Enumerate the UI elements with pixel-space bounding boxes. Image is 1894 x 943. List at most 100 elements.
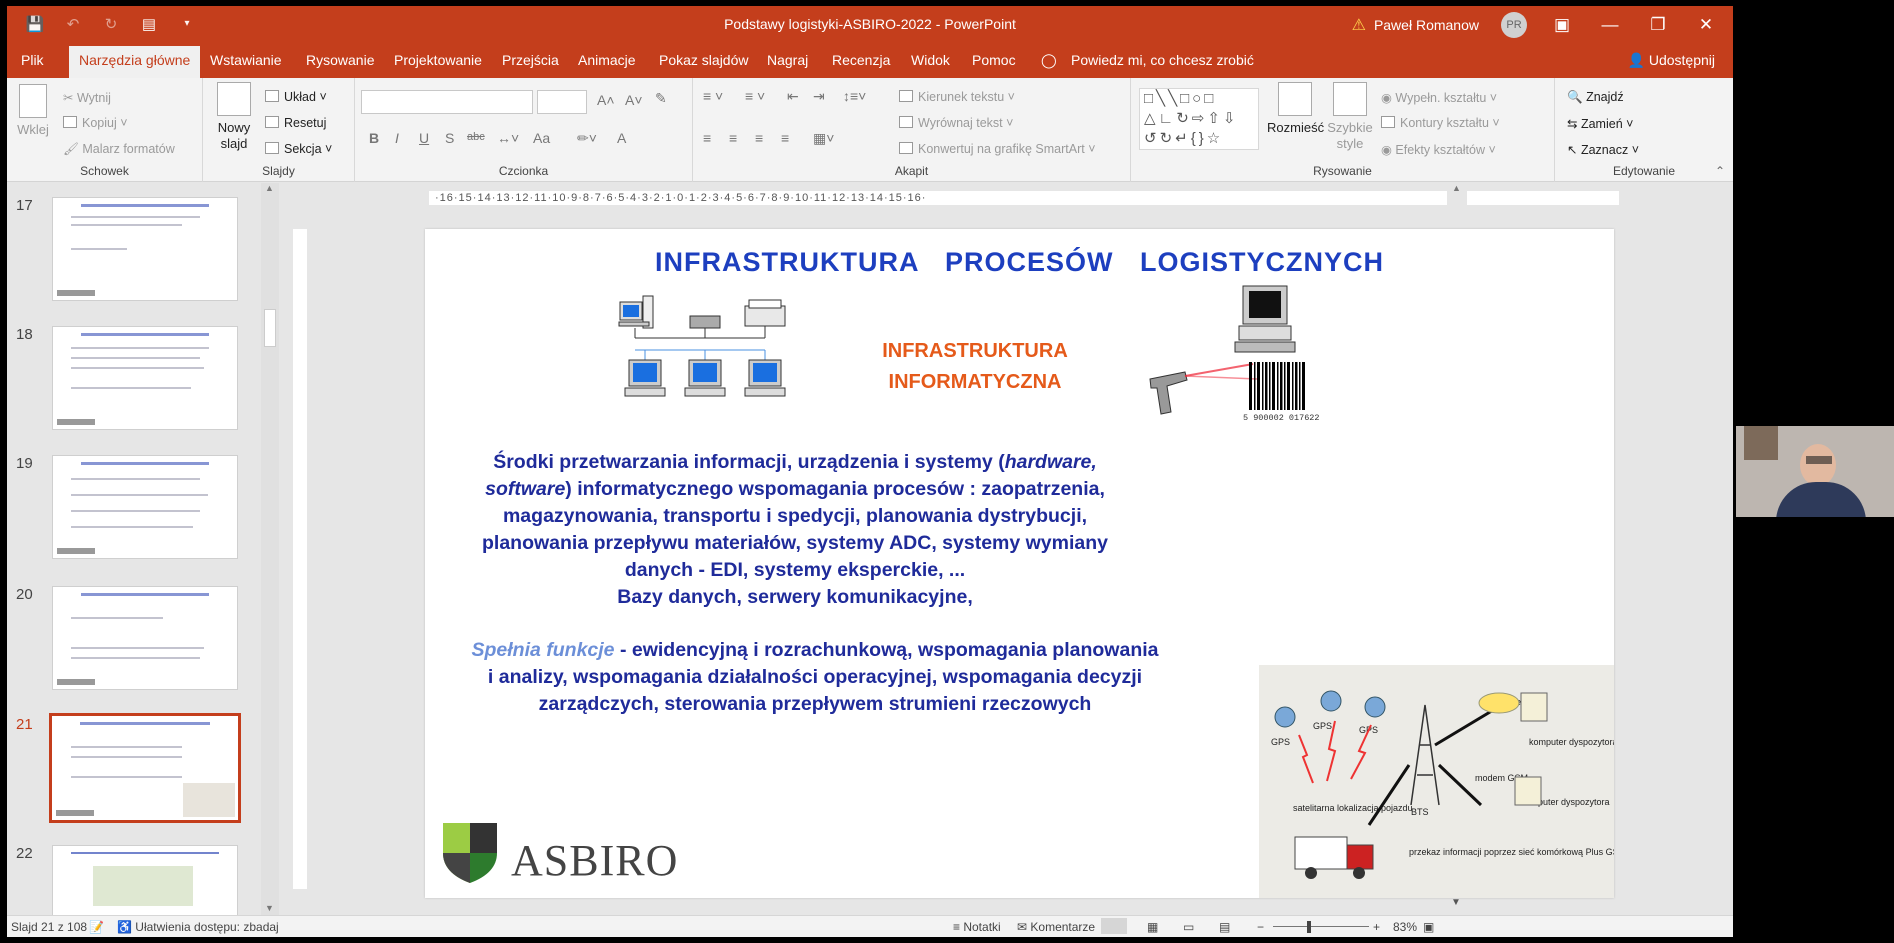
shape-effects-button[interactable]: ◉ Efekty kształtów ˅ <box>1381 142 1496 157</box>
ribbon-display-options-icon[interactable]: ▣ <box>1549 15 1575 35</box>
gps-gsm-diagram-image[interactable]: GPS GPS GPS satelitarna lokalizacja poja… <box>1259 665 1614 898</box>
cut-button[interactable]: ✂ Wytnij <box>63 90 111 105</box>
format-painter-label: Malarz formatów <box>82 142 175 156</box>
share-button[interactable]: 👤 Udostępnij <box>1628 52 1715 69</box>
numbering-icon[interactable]: ≡ ˅ <box>745 88 765 104</box>
asbiro-logo[interactable]: ASBIRO <box>439 817 679 887</box>
highlight-icon[interactable]: ✏˅ <box>577 130 597 147</box>
infra-subtitle[interactable]: INFRASTRUKTURA INFORMATYCZNA <box>825 336 1125 398</box>
network-computers-image[interactable] <box>615 294 815 424</box>
restore-icon[interactable]: ❐ <box>1645 15 1671 35</box>
arrange-label: Rozmieść <box>1267 120 1325 135</box>
replace-button[interactable]: ⇆ Zamień ˅ <box>1567 116 1633 131</box>
scroll-down-icon[interactable]: ▼ <box>265 903 274 913</box>
tab-file[interactable]: Plik <box>21 52 44 68</box>
avatar[interactable]: PR <box>1501 12 1527 38</box>
tab-record[interactable]: Nagraj <box>767 52 808 68</box>
tab-insert[interactable]: Wstawianie <box>210 52 282 68</box>
shape-outline-button[interactable]: Kontury kształtu ˅ <box>1381 116 1500 130</box>
shapes-gallery[interactable]: □╲╲□○□ △∟↻⇨⇧⇩ ↺↻↵{}☆ <box>1139 88 1259 150</box>
tell-me-search[interactable]: Powiedz mi, co chcesz zrobić <box>1071 52 1254 68</box>
font-color-button[interactable]: A <box>617 130 626 146</box>
zoom-in-icon[interactable]: + <box>1373 920 1380 934</box>
clear-formatting-icon[interactable]: ✎ <box>655 90 667 107</box>
close-icon[interactable]: ✕ <box>1693 15 1719 35</box>
paste-button[interactable]: Wklej <box>15 84 51 138</box>
bold-button[interactable]: B <box>369 130 379 146</box>
tab-draw[interactable]: Rysowanie <box>306 52 374 68</box>
slide-sorter-icon[interactable]: ▦ <box>1147 920 1158 934</box>
font-family-select[interactable] <box>361 90 533 114</box>
bullets-icon[interactable]: ≡ ˅ <box>703 88 723 104</box>
reading-view-icon[interactable]: ▭ <box>1183 920 1194 934</box>
spellcheck-icon[interactable]: 📝 <box>89 920 104 934</box>
new-slide-button[interactable]: Nowy slajd <box>213 82 255 152</box>
align-center-icon[interactable]: ≡ <box>729 130 737 146</box>
accessibility-button[interactable]: ♿ Ułatwienia dostępu: zbadaj <box>117 920 279 934</box>
user-name[interactable]: Paweł Romanow <box>1374 17 1479 33</box>
thumbnails-scroll-thumb[interactable] <box>264 309 276 347</box>
comments-button[interactable]: ✉ Komentarze <box>1017 920 1095 934</box>
ribbon-tabs: Plik Narzędzia główne Wstawianie Rysowan… <box>7 42 1733 78</box>
tab-transitions[interactable]: Przejścia <box>502 52 559 68</box>
slide-title[interactable]: INFRASTRUKTURA PROCESÓW LOGISTYCZNYCH <box>425 247 1614 278</box>
zoom-slider[interactable] <box>1273 926 1369 927</box>
shadow-button[interactable]: S <box>445 130 454 146</box>
tab-animations[interactable]: Animacje <box>578 52 636 68</box>
columns-icon[interactable]: ▦˅ <box>813 130 834 147</box>
decrease-indent-icon[interactable]: ⇤ <box>787 88 799 105</box>
character-spacing-icon[interactable]: ↔˅ <box>497 130 519 146</box>
barcode-scanner-image[interactable]: 5 900002 017622 <box>1145 284 1335 449</box>
slide-functions-text[interactable]: Spełnia funkcje - ewidencyjną i rozrachu… <box>455 637 1175 718</box>
reset-button[interactable]: Resetuj <box>265 116 326 130</box>
tab-help[interactable]: Pomoc <box>972 52 1016 68</box>
justify-icon[interactable]: ≡ <box>781 130 789 146</box>
next-slide-icon[interactable]: ▼ <box>1451 897 1461 908</box>
arrange-button[interactable]: Rozmieść <box>1267 82 1325 136</box>
minimize-icon[interactable]: — <box>1597 15 1623 35</box>
thumbnails-scrollbar[interactable]: ▲ ▼ <box>261 183 279 915</box>
tab-design[interactable]: Projektowanie <box>394 52 482 68</box>
align-left-icon[interactable]: ≡ <box>703 130 711 146</box>
copy-button[interactable]: Kopiuj ˅ <box>63 116 128 130</box>
zoom-slider-handle[interactable] <box>1307 921 1311 933</box>
slide-canvas[interactable]: INFRASTRUKTURA PROCESÓW LOGISTYCZNYCH IN… <box>425 229 1614 898</box>
notes-button[interactable]: ≡ Notatki <box>953 920 1001 934</box>
change-case-button[interactable]: Aa <box>533 130 550 146</box>
format-painter-button[interactable]: 🖌 Malarz formatów <box>63 142 175 157</box>
decrease-font-size-button[interactable]: A˅ <box>625 92 643 108</box>
normal-view-icon[interactable] <box>1101 918 1127 934</box>
tab-slideshow[interactable]: Pokaz slajdów <box>659 52 749 68</box>
tab-home[interactable]: Narzędzia główne <box>69 46 201 78</box>
warning-icon[interactable]: ⚠ <box>1352 15 1366 35</box>
reset-label: Resetuj <box>284 116 327 130</box>
text-direction-button[interactable]: Kierunek tekstu ˅ <box>899 90 1015 104</box>
slide-body-text[interactable]: Środki przetwarzania informacji, urządze… <box>465 449 1125 611</box>
find-button[interactable]: 🔍 Znajdź <box>1567 90 1624 105</box>
align-right-icon[interactable]: ≡ <box>755 130 763 146</box>
slideshow-view-icon[interactable]: ▤ <box>1219 920 1230 934</box>
font-size-select[interactable] <box>537 90 587 114</box>
shape-fill-button[interactable]: ◉ Wypełn. kształtu ˅ <box>1381 90 1497 105</box>
increase-font-size-button[interactable]: A˄ <box>597 92 615 108</box>
tab-review[interactable]: Recenzja <box>832 52 890 68</box>
underline-button[interactable]: U <box>419 130 429 146</box>
layout-button[interactable]: Układ ˅ <box>265 90 327 104</box>
scroll-up-icon[interactable]: ▲ <box>1452 183 1461 193</box>
collapse-ribbon-icon[interactable]: ⌃ <box>1715 164 1725 178</box>
scroll-up-icon[interactable]: ▲ <box>265 183 274 193</box>
italic-button[interactable]: I <box>395 130 399 146</box>
zoom-level[interactable]: 83% <box>1393 920 1417 934</box>
slide-counter[interactable]: Slajd 21 z 108 <box>11 920 87 934</box>
align-text-button[interactable]: Wyrównaj tekst ˅ <box>899 116 1013 130</box>
quick-styles-button[interactable]: Szybkie style <box>1325 82 1375 152</box>
fit-to-window-icon[interactable]: ▣ <box>1423 920 1434 934</box>
zoom-out-icon[interactable]: − <box>1257 920 1264 934</box>
smartart-button[interactable]: Konwertuj na grafikę SmartArt ˅ <box>899 142 1096 156</box>
strikethrough-button[interactable]: abc <box>467 131 485 143</box>
tab-view[interactable]: Widok <box>911 52 950 68</box>
increase-indent-icon[interactable]: ⇥ <box>813 88 825 105</box>
section-button[interactable]: Sekcja ˅ <box>265 142 332 156</box>
select-button[interactable]: ↖ Zaznacz ˅ <box>1567 142 1639 157</box>
line-spacing-icon[interactable]: ↕≡˅ <box>843 88 866 104</box>
